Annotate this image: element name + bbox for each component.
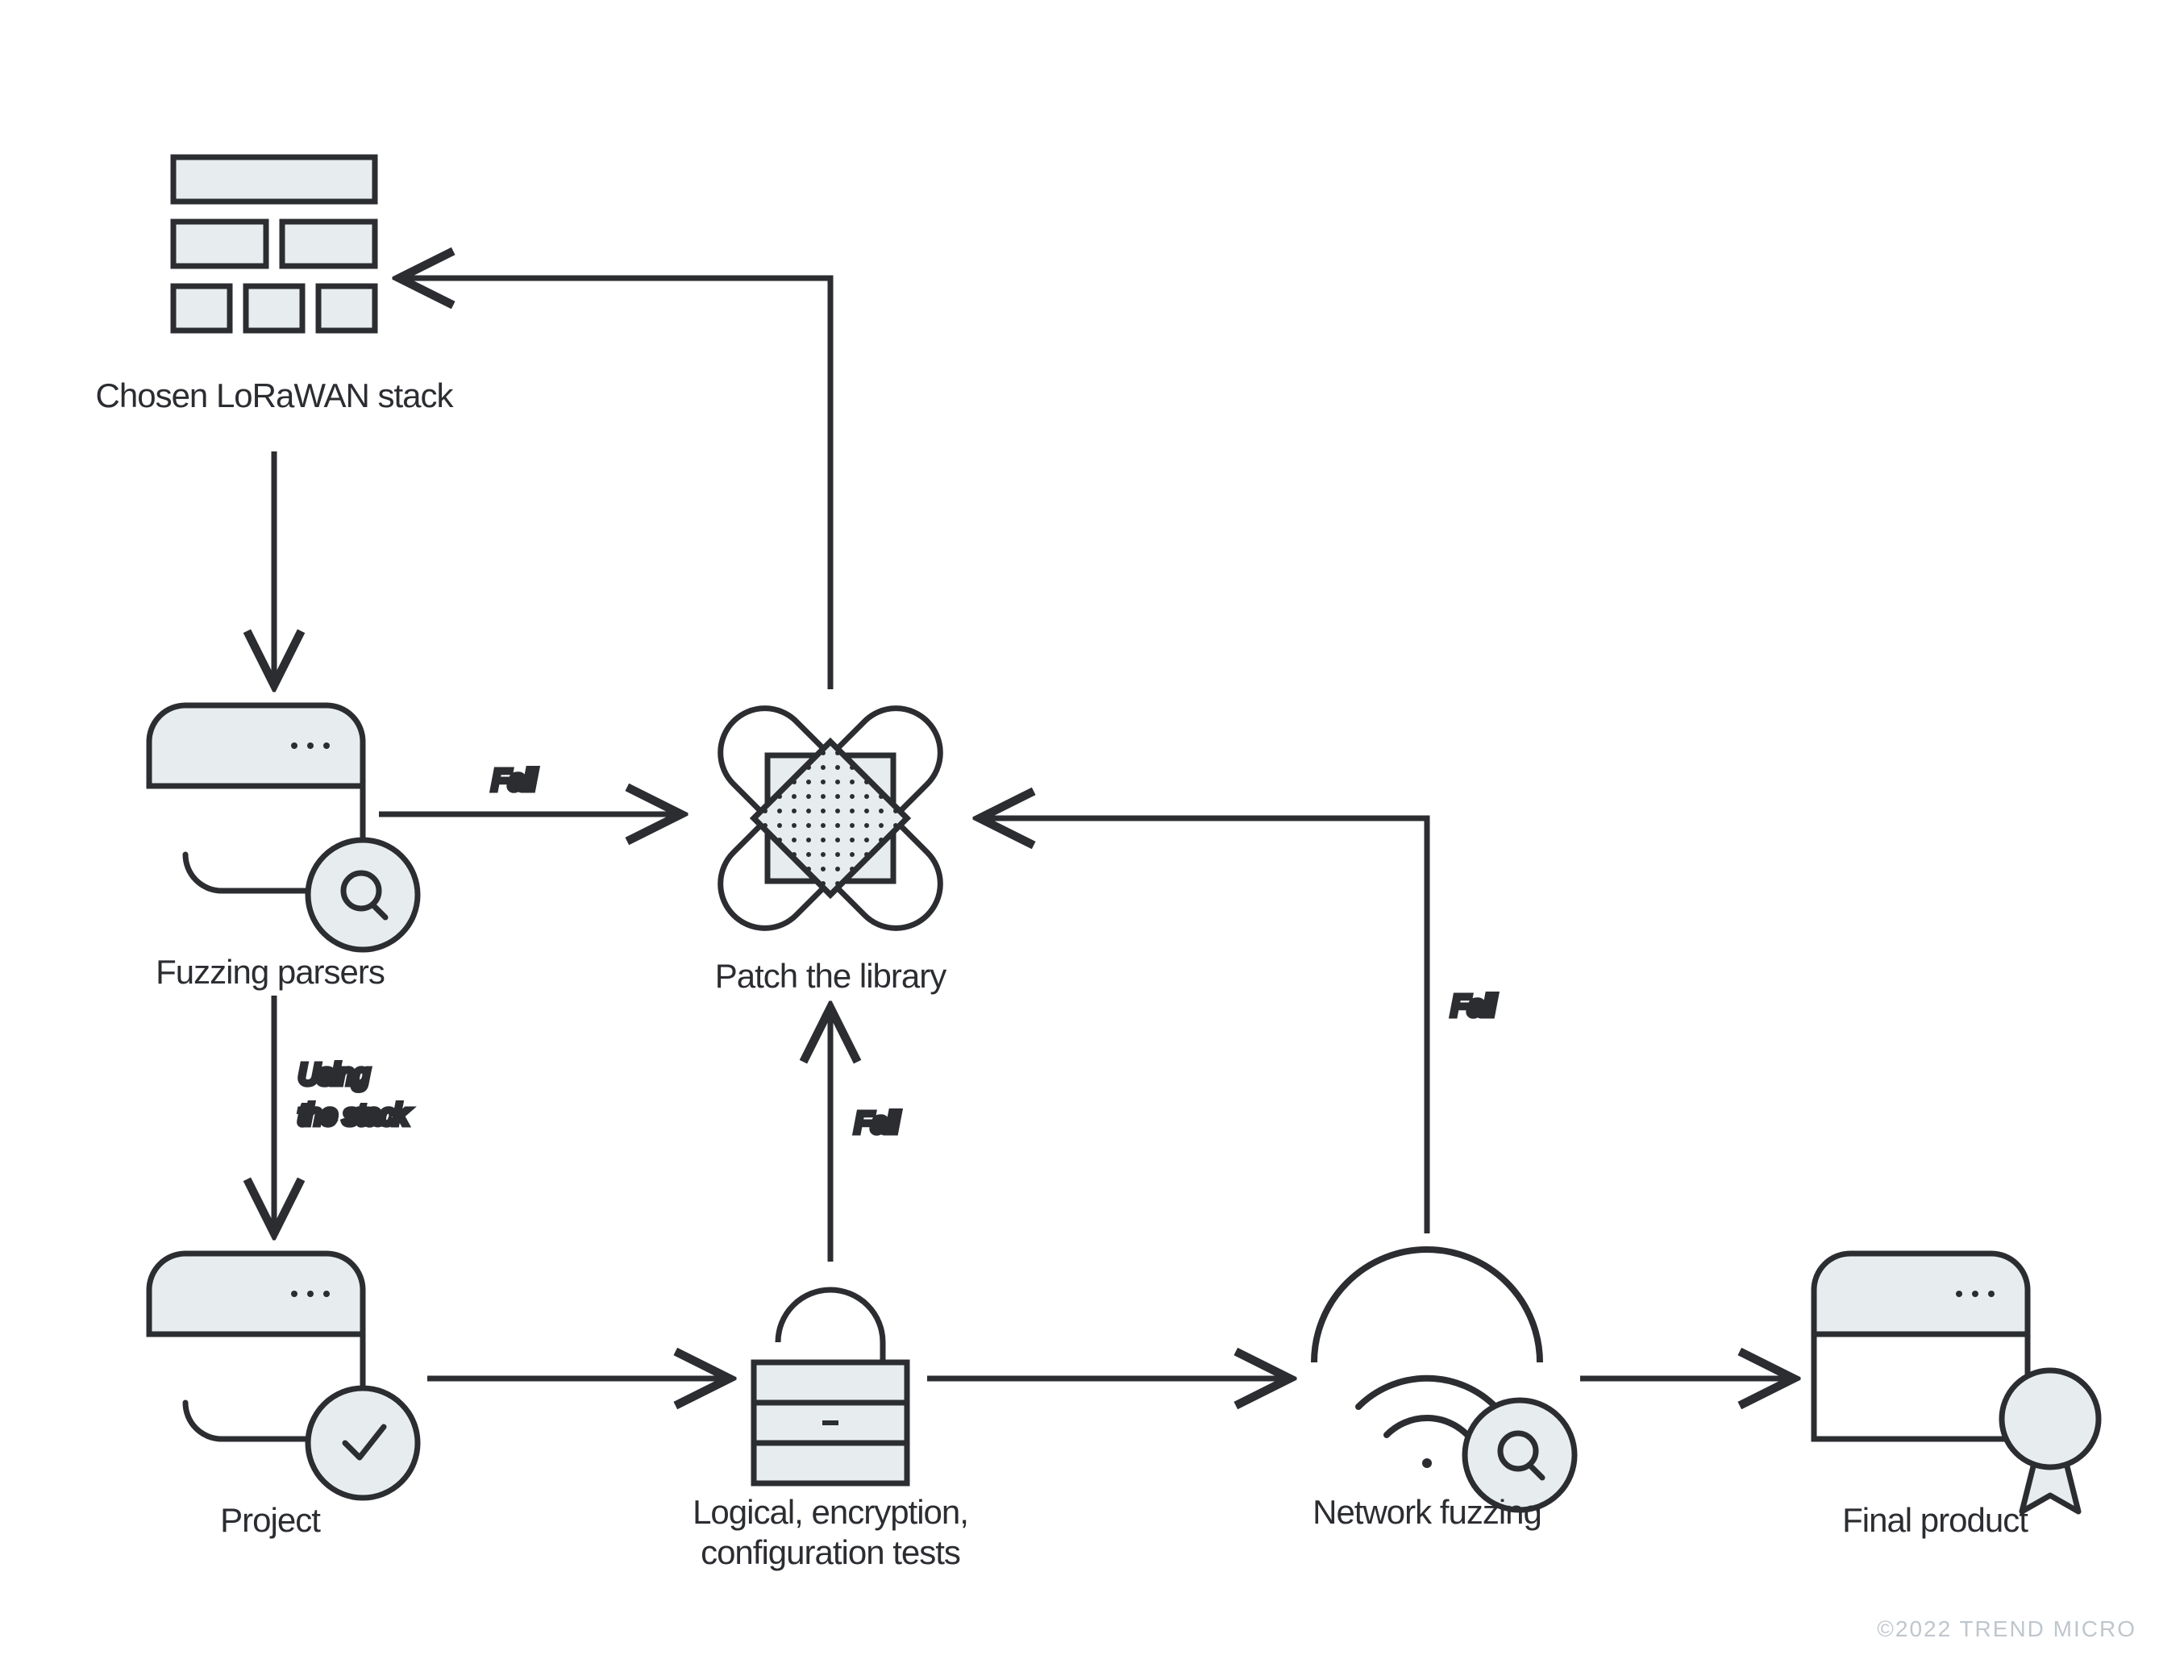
edge-parsers-to-patch-label: Fail [492,763,537,796]
node-final-product: Final product [1814,1254,2099,1539]
node-chosen-stack: Chosen LoRaWAN stack [96,157,455,414]
edge-netfuzz-to-patch-label: Fail [1451,989,1496,1022]
bandage-icon [702,690,959,946]
edge-parsers-to-project-label-2: the stack [298,1098,410,1131]
diagram-canvas: Chosen LoRaWAN stack Fuzzing parsers [0,0,2184,1680]
edge-tests-to-patch-label: Fail [855,1106,900,1139]
node-fuzzing-parsers: Fuzzing parsers [149,705,418,991]
browser-window-icon [1814,1254,2028,1439]
project-label: Project [220,1501,321,1539]
edge-netfuzz-to-patch [980,818,1427,1233]
ribbon-badge-icon [2002,1370,2099,1512]
edge-patch-to-stack [399,278,830,689]
final-label: Final product [1842,1501,2028,1539]
tests-label-2: configuration tests [701,1533,960,1571]
node-project: Project [149,1254,418,1539]
magnifier-badge-icon [308,840,418,950]
edge-parsers-to-project-label-1: Using [298,1058,369,1091]
patch-label: Patch the library [715,957,946,995]
footer-copyright: ©2022 TREND MICRO [1877,1616,2136,1641]
parsers-label: Fuzzing parsers [156,953,385,991]
padlock-icon [754,1290,907,1483]
checkmark-badge-icon [308,1388,418,1498]
netfuzz-label: Network fuzzing [1312,1493,1541,1531]
stack-icon [173,157,375,331]
node-tests: Logical, encryption, configuration tests [693,1290,968,1571]
tests-label-1: Logical, encryption, [693,1493,968,1531]
edges: Using the stack Fail Fail Fail [274,278,1794,1379]
node-patch-library: Patch the library [702,690,959,995]
stack-label: Chosen LoRaWAN stack [96,376,455,414]
node-network-fuzzing: Network fuzzing [1312,1250,1575,1531]
